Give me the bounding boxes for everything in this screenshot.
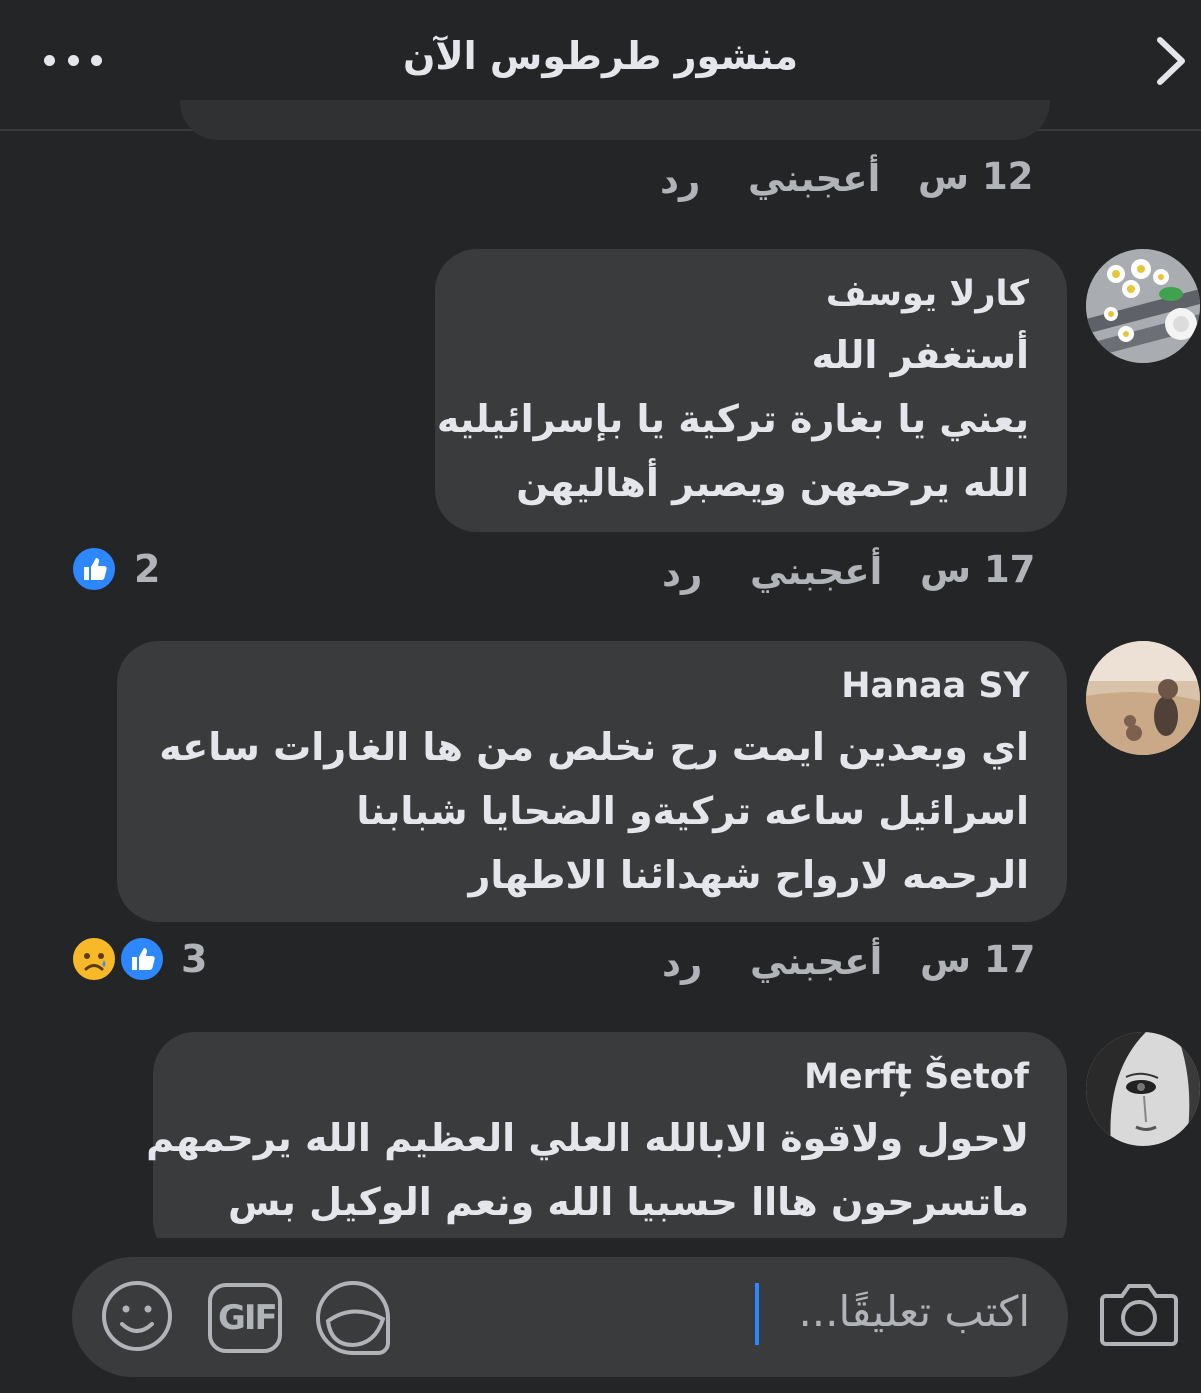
previous-comment-bubble: [180, 100, 1050, 140]
comment-bubble: Merfț Šetof لاحول ولاقوة الابالله العلي …: [146, 1032, 1067, 1262]
avatar[interactable]: [1086, 1032, 1200, 1146]
comment-text-line: لاحول ولاقوة الابالله العلي العظيم الله …: [146, 1116, 1029, 1160]
reaction-summary[interactable]: 2: [70, 545, 170, 595]
reply-link[interactable]: رد: [660, 159, 700, 202]
comment-time: 12 س: [918, 155, 1034, 198]
comment-text-line: اسرائيل ساعه تركيةو الضحايا شبابنا: [356, 789, 1029, 833]
avatar[interactable]: [1086, 641, 1200, 755]
reaction-summary[interactable]: 3: [70, 935, 220, 985]
sad-reaction-icon: [70, 935, 118, 983]
like-reaction-icon: [70, 545, 118, 593]
reply-link[interactable]: رد: [662, 552, 702, 595]
comment-bubble: كارلا يوسف أستغفر الله يعني يا بغارة ترك…: [435, 249, 1067, 532]
chevron-right-icon[interactable]: [1150, 34, 1190, 88]
comment-actions: 12 س أعجبني رد: [0, 155, 1201, 205]
like-reaction-icon: [118, 935, 166, 983]
beach-woman-avatar: [1086, 641, 1200, 755]
comment-time: 17 س: [920, 938, 1036, 981]
sticker-icon[interactable]: [314, 1279, 392, 1357]
page-title: منشور طرطوس الآن: [402, 34, 799, 78]
like-link[interactable]: أعجبني: [750, 550, 882, 593]
comment-text-line: اي وبعدين ايمت رح نخلص من ها الغارات ساع…: [159, 725, 1029, 769]
text-caret: [755, 1283, 759, 1345]
comment-text-line: أستغفر الله: [811, 333, 1029, 377]
like-link[interactable]: أعجبني: [750, 940, 882, 983]
comment-author[interactable]: كارلا يوسف: [473, 271, 1029, 323]
reaction-count: 2: [134, 547, 161, 591]
gif-icon: GIF: [218, 1298, 278, 1338]
comment-author[interactable]: Hanaa SY: [155, 663, 1029, 715]
comment-text-line: الله يرحمهن ويصبر أهاليهن: [516, 461, 1029, 505]
camera-icon[interactable]: [1100, 1278, 1178, 1350]
comment-bubble: Hanaa SY اي وبعدين ايمت رح نخلص من ها ال…: [117, 641, 1067, 922]
gif-button[interactable]: GIF: [208, 1283, 282, 1353]
comment-text-line: ماتسرحون هااا حسبيا الله ونعم الوكيل بس: [227, 1180, 1029, 1224]
daisies-avatar: [1086, 249, 1200, 363]
comment-author[interactable]: Merfț Šetof: [191, 1054, 1029, 1106]
like-link[interactable]: أعجبني: [748, 157, 880, 200]
crying-face-avatar: [1086, 1032, 1200, 1146]
reply-link[interactable]: رد: [662, 942, 702, 985]
reaction-count: 3: [181, 937, 208, 981]
comment-placeholder: اكتب تعليقًا...: [798, 1287, 1030, 1336]
comment-text-line: يعني يا بغارة تركية يا بإسرائيليه: [436, 397, 1029, 441]
emoji-icon[interactable]: [100, 1279, 174, 1353]
comment-composer-bar: اكتب تعليقًا... GIF: [0, 1238, 1201, 1393]
comment-time: 17 س: [920, 548, 1036, 591]
avatar[interactable]: [1086, 249, 1200, 363]
comment-actions: 17 س أعجبني رد: [0, 548, 1201, 598]
comment-input[interactable]: اكتب تعليقًا... GIF: [72, 1257, 1068, 1377]
comment-text-line: الرحمه لارواح شهدائنا الاطهار: [468, 853, 1029, 897]
